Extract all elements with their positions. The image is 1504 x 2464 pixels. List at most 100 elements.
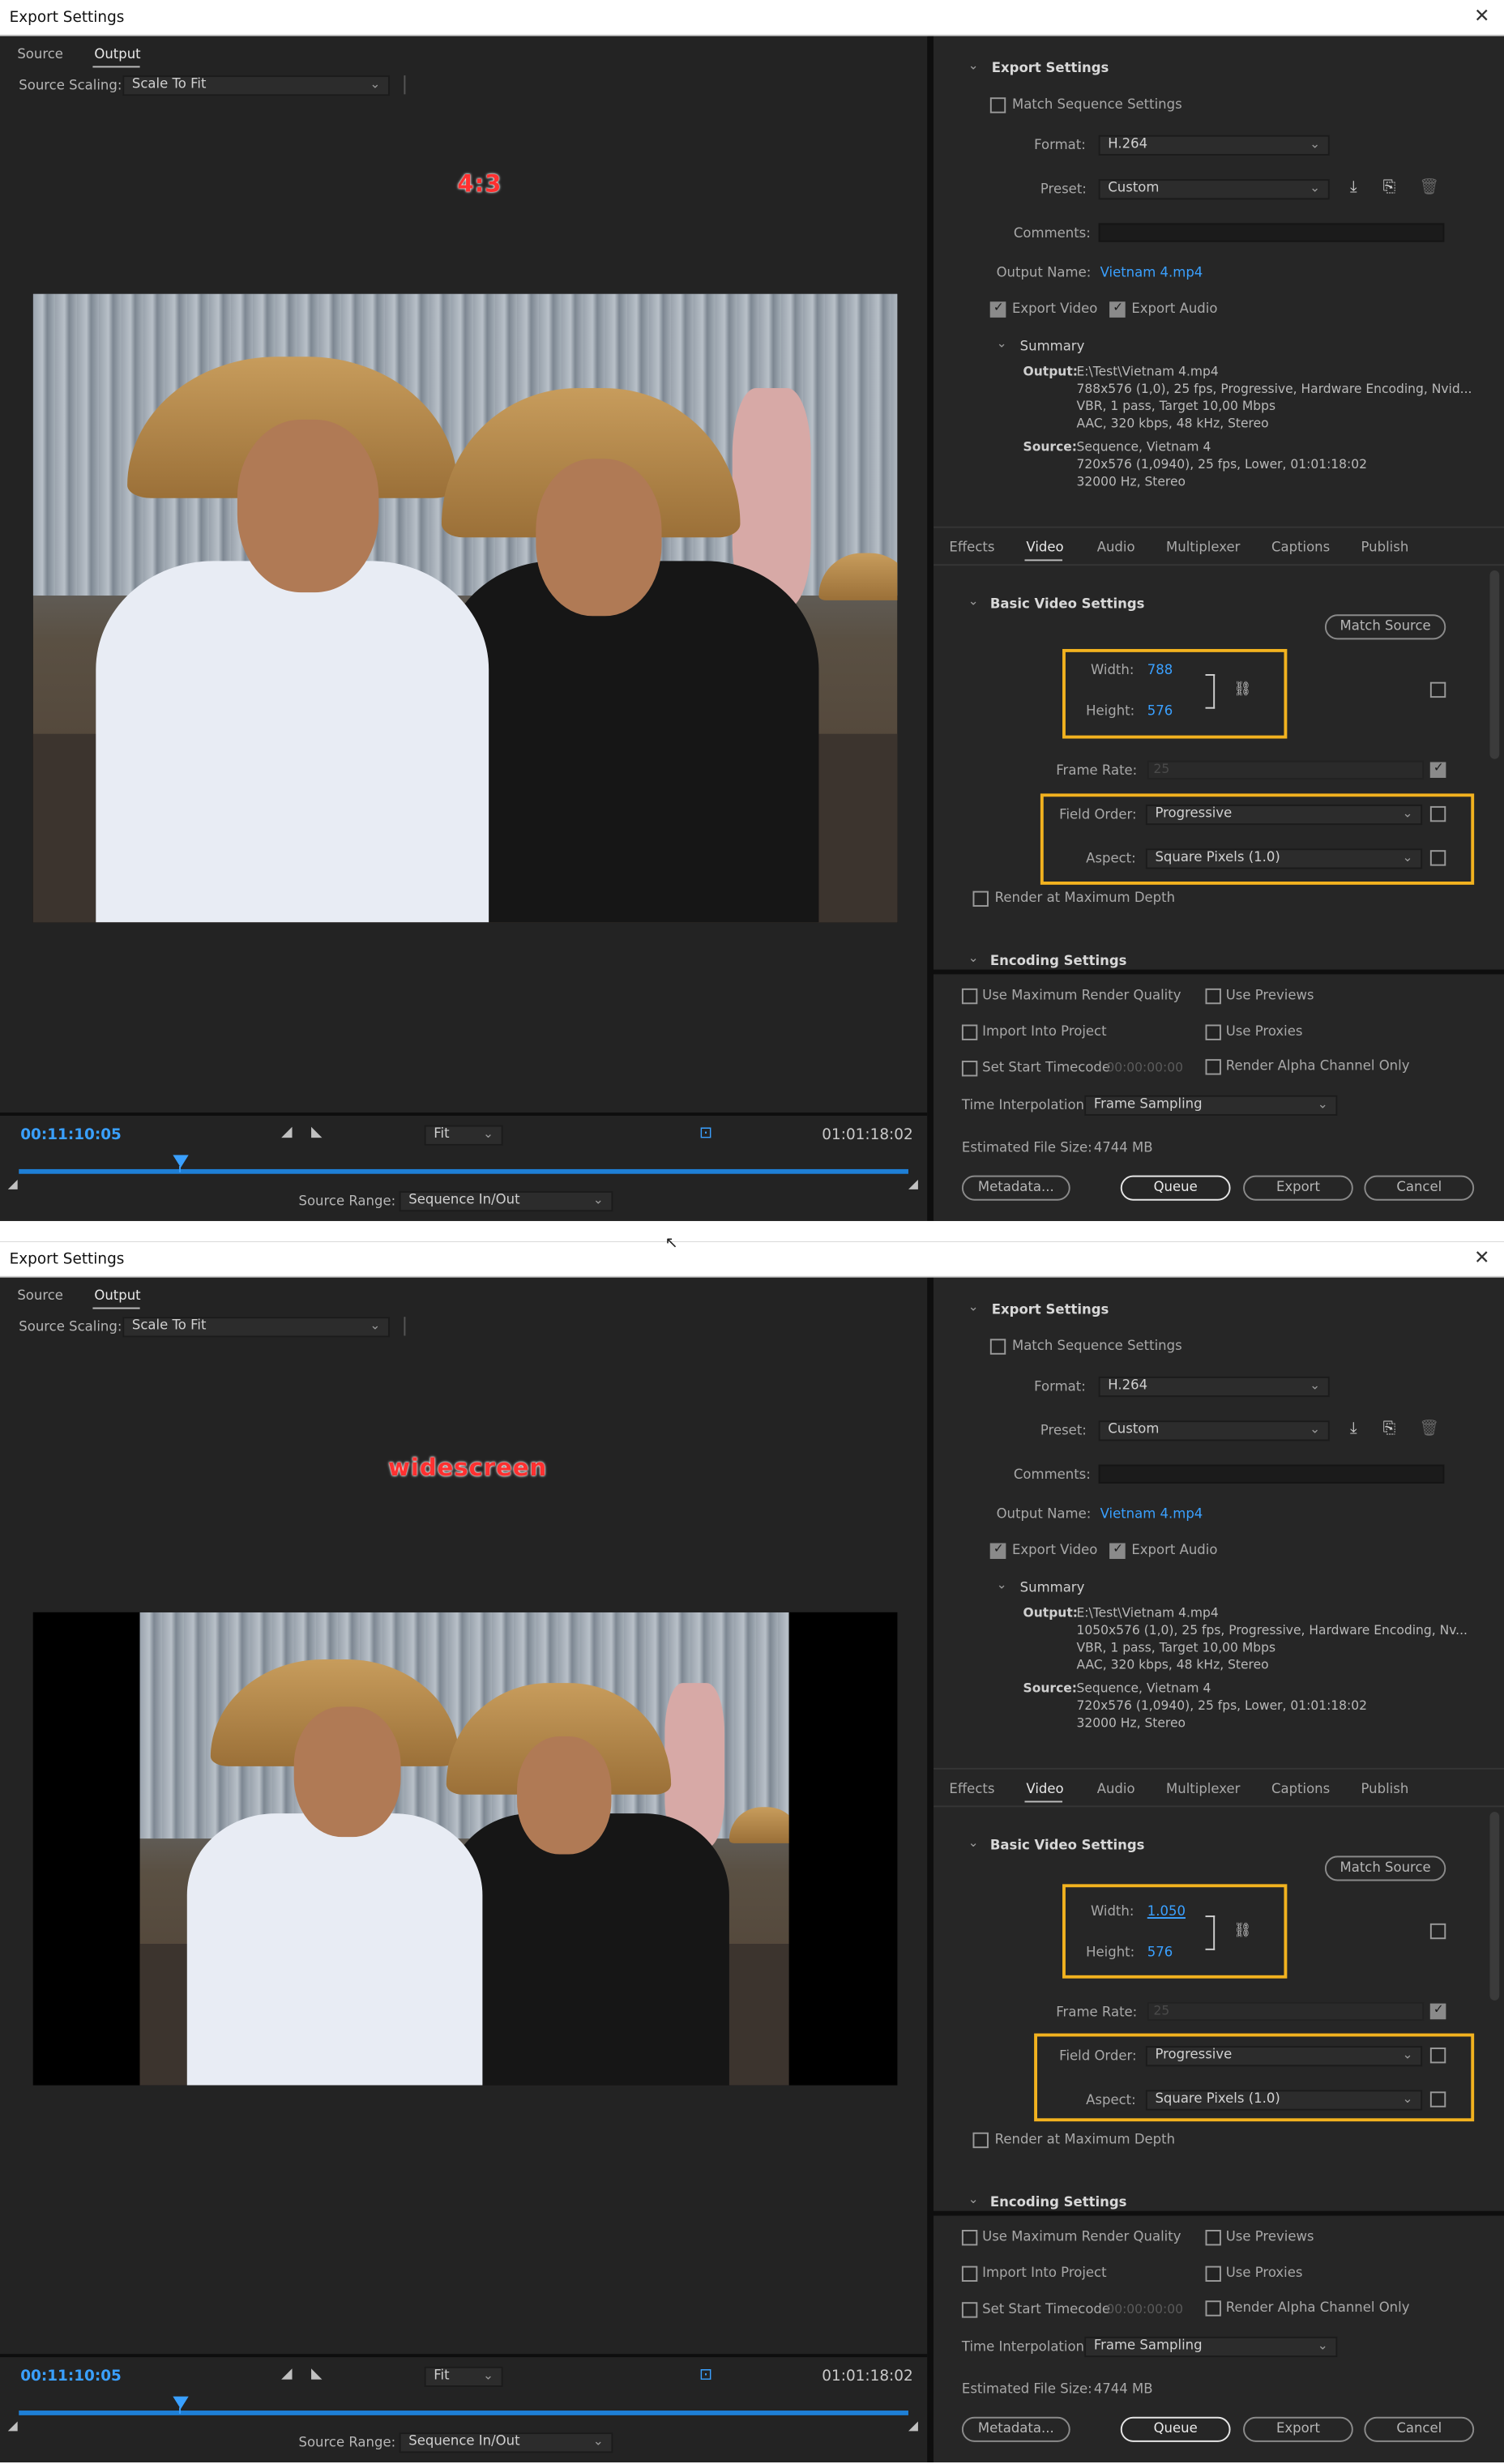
out-point-icon[interactable]: ◢ <box>908 1177 918 1191</box>
cancel-button[interactable]: Cancel <box>1364 2416 1475 2442</box>
unlink-chain-icon[interactable]: ⛓ <box>1233 682 1251 698</box>
import-preset-icon[interactable]: ⤓ <box>1350 180 1357 196</box>
chevron-down-icon[interactable]: ⌄ <box>968 2192 979 2206</box>
tab-effects[interactable]: Effects <box>949 540 994 556</box>
output-name-link[interactable]: Vietnam 4.mp4 <box>1100 1507 1203 1522</box>
use-proxies-checkbox[interactable] <box>1205 2265 1221 2283</box>
aspect-checkbox[interactable] <box>1429 850 1446 866</box>
in-point-icon[interactable]: ◢ <box>8 2419 18 2432</box>
width-override-checkbox[interactable] <box>1429 681 1446 698</box>
match-sequence-checkbox[interactable] <box>989 97 1006 113</box>
out-point-icon[interactable]: ◢ <box>908 2419 918 2432</box>
metadata-button[interactable]: Metadata... <box>961 2416 1070 2442</box>
delete-preset-icon[interactable]: 🗑 <box>1419 180 1439 196</box>
tab-output[interactable]: Output <box>94 1288 140 1304</box>
current-timecode[interactable]: 00:11:10:05 <box>20 2368 122 2385</box>
metadata-button[interactable]: Metadata... <box>961 1175 1070 1201</box>
render-alpha-checkbox[interactable] <box>1205 2300 1221 2317</box>
export-audio-checkbox[interactable] <box>1109 300 1126 318</box>
tab-video[interactable]: Video <box>1026 1782 1063 1797</box>
in-point-icon[interactable]: ◢ <box>8 1177 18 1191</box>
match-sequence-checkbox[interactable] <box>989 1339 1006 1355</box>
preset-dropdown[interactable]: Custom ⌄ <box>1098 179 1330 200</box>
tab-source[interactable]: Source <box>17 47 63 62</box>
tab-captions[interactable]: Captions <box>1271 540 1330 556</box>
chevron-down-icon[interactable]: ⌄ <box>968 594 979 608</box>
use-proxies-checkbox[interactable] <box>1205 1024 1221 1040</box>
tab-video[interactable]: Video <box>1026 540 1063 556</box>
import-preset-icon[interactable]: ⤓ <box>1350 1421 1357 1437</box>
render-alpha-checkbox[interactable] <box>1205 1059 1221 1075</box>
frame-rate-checkbox[interactable] <box>1429 2002 1446 2020</box>
frame-rate-checkbox[interactable] <box>1429 761 1446 779</box>
field-order-checkbox[interactable] <box>1429 805 1446 822</box>
mark-out-icon[interactable]: ◣ <box>311 1126 322 1141</box>
unlink-chain-icon[interactable]: ⛓ <box>1233 1924 1251 1939</box>
settings-scrollbar[interactable] <box>1489 1812 1500 2001</box>
chevron-down-icon[interactable]: ⌄ <box>968 950 979 964</box>
use-previews-checkbox[interactable] <box>1205 988 1221 1005</box>
delete-preset-icon[interactable]: 🗑 <box>1419 1421 1439 1437</box>
close-icon[interactable]: ✕ <box>1474 6 1490 25</box>
set-start-timecode-checkbox[interactable] <box>961 1061 978 1077</box>
aspect-dropdown[interactable]: Square Pixels (1.0) ⌄ <box>1145 848 1423 869</box>
height-value[interactable]: 576 <box>1147 704 1173 720</box>
mark-in-icon[interactable]: ◢ <box>281 2368 292 2382</box>
crop-icon[interactable]: ⊡ <box>699 2368 712 2384</box>
crop-icon[interactable]: ⊡ <box>699 1126 712 1142</box>
source-scaling-dropdown[interactable]: Scale To Fit ⌄ <box>122 75 390 96</box>
preset-dropdown[interactable]: Custom ⌄ <box>1098 1420 1330 1441</box>
output-name-link[interactable]: Vietnam 4.mp4 <box>1100 266 1203 281</box>
chevron-down-icon[interactable]: ⌄ <box>997 336 1007 350</box>
aspect-checkbox[interactable] <box>1429 2091 1446 2107</box>
format-dropdown[interactable]: H.264 ⌄ <box>1098 1376 1330 1398</box>
height-value[interactable]: 576 <box>1147 1945 1173 1961</box>
tab-captions[interactable]: Captions <box>1271 1782 1330 1797</box>
tab-audio[interactable]: Audio <box>1097 540 1135 556</box>
current-timecode[interactable]: 00:11:10:05 <box>20 1127 122 1144</box>
aspect-dropdown[interactable]: Square Pixels (1.0) ⌄ <box>1145 2090 1423 2111</box>
export-video-checkbox[interactable] <box>989 1542 1006 1559</box>
queue-button[interactable]: Queue <box>1120 2416 1231 2442</box>
time-interpolation-dropdown[interactable]: Frame Sampling ⌄ <box>1084 2336 1338 2358</box>
format-dropdown[interactable]: H.264 ⌄ <box>1098 135 1330 156</box>
import-project-checkbox[interactable] <box>961 1024 978 1040</box>
timeline-scrubber[interactable] <box>19 2411 908 2415</box>
field-order-dropdown[interactable]: Progressive ⌄ <box>1145 2046 1423 2067</box>
set-start-timecode-checkbox[interactable] <box>961 2302 978 2318</box>
use-previews-checkbox[interactable] <box>1205 2230 1221 2246</box>
zoom-fit-dropdown[interactable]: Fit ⌄ <box>424 2366 503 2387</box>
zoom-fit-dropdown[interactable]: Fit ⌄ <box>424 1125 503 1146</box>
field-order-checkbox[interactable] <box>1429 2048 1446 2064</box>
source-range-dropdown[interactable]: Sequence In/Out ⌄ <box>399 1191 613 1212</box>
max-render-quality-checkbox[interactable] <box>961 2230 978 2246</box>
max-render-quality-checkbox[interactable] <box>961 988 978 1005</box>
source-scaling-dropdown[interactable]: Scale To Fit ⌄ <box>122 1317 390 1338</box>
import-project-checkbox[interactable] <box>961 2265 978 2283</box>
export-audio-checkbox[interactable] <box>1109 1542 1126 1559</box>
tab-audio[interactable]: Audio <box>1097 1782 1135 1797</box>
cancel-button[interactable]: Cancel <box>1364 1175 1475 1201</box>
mark-in-icon[interactable]: ◢ <box>281 1126 292 1141</box>
comments-field[interactable] <box>1098 223 1445 242</box>
tab-source[interactable]: Source <box>17 1288 63 1304</box>
mark-out-icon[interactable]: ◣ <box>311 2368 322 2382</box>
tab-multiplexer[interactable]: Multiplexer <box>1166 1782 1240 1797</box>
chevron-down-icon[interactable]: ⌄ <box>997 1578 1007 1591</box>
settings-scrollbar[interactable] <box>1489 570 1500 759</box>
save-preset-icon[interactable]: ⎘ <box>1383 1421 1396 1437</box>
tab-publish[interactable]: Publish <box>1361 1782 1409 1797</box>
timeline-scrubber[interactable] <box>19 1168 908 1174</box>
time-interpolation-dropdown[interactable]: Frame Sampling ⌄ <box>1084 1095 1338 1116</box>
comments-field[interactable] <box>1098 1464 1445 1484</box>
close-icon[interactable]: ✕ <box>1474 1248 1490 1266</box>
match-source-button[interactable]: Match Source <box>1324 614 1446 640</box>
tab-publish[interactable]: Publish <box>1361 540 1409 556</box>
tab-multiplexer[interactable]: Multiplexer <box>1166 540 1240 556</box>
chevron-down-icon[interactable]: ⌄ <box>968 1835 979 1849</box>
width-value[interactable]: 788 <box>1147 663 1173 678</box>
export-button[interactable]: Export <box>1243 2416 1353 2442</box>
match-source-button[interactable]: Match Source <box>1324 1855 1446 1881</box>
width-value[interactable]: 1.050 <box>1147 1905 1186 1920</box>
save-preset-icon[interactable]: ⎘ <box>1383 180 1396 196</box>
